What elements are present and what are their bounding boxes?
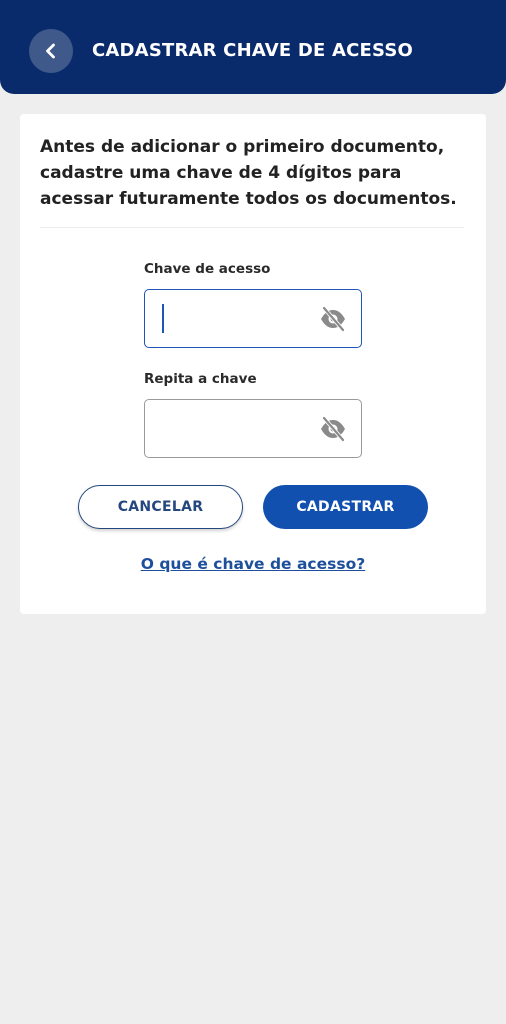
register-button[interactable]: CADASTRAR: [263, 485, 428, 529]
page-title: CADASTRAR CHAVE DE ACESSO: [92, 40, 414, 61]
chevron-left-icon: [46, 43, 55, 59]
access-key-card: Antes de adicionar o primeiro documento,…: [20, 114, 486, 614]
divider: [40, 227, 464, 228]
intro-text: Antes de adicionar o primeiro documento,…: [40, 137, 457, 209]
access-key-label: Chave de acesso: [144, 261, 271, 277]
app-header: CADASTRAR CHAVE DE ACESSO: [0, 0, 506, 94]
repeat-key-field: [144, 399, 362, 458]
eye-off-icon[interactable]: [319, 416, 347, 442]
access-key-input[interactable]: [145, 290, 315, 347]
cancel-button[interactable]: CANCELAR: [78, 485, 243, 529]
eye-off-icon[interactable]: [319, 306, 347, 332]
repeat-key-input[interactable]: [145, 400, 315, 457]
access-key-field: [144, 289, 362, 348]
repeat-key-label: Repita a chave: [144, 371, 257, 387]
back-button[interactable]: [29, 29, 73, 73]
text-caret: [162, 304, 164, 333]
help-link[interactable]: O que é chave de acesso?: [20, 555, 486, 573]
